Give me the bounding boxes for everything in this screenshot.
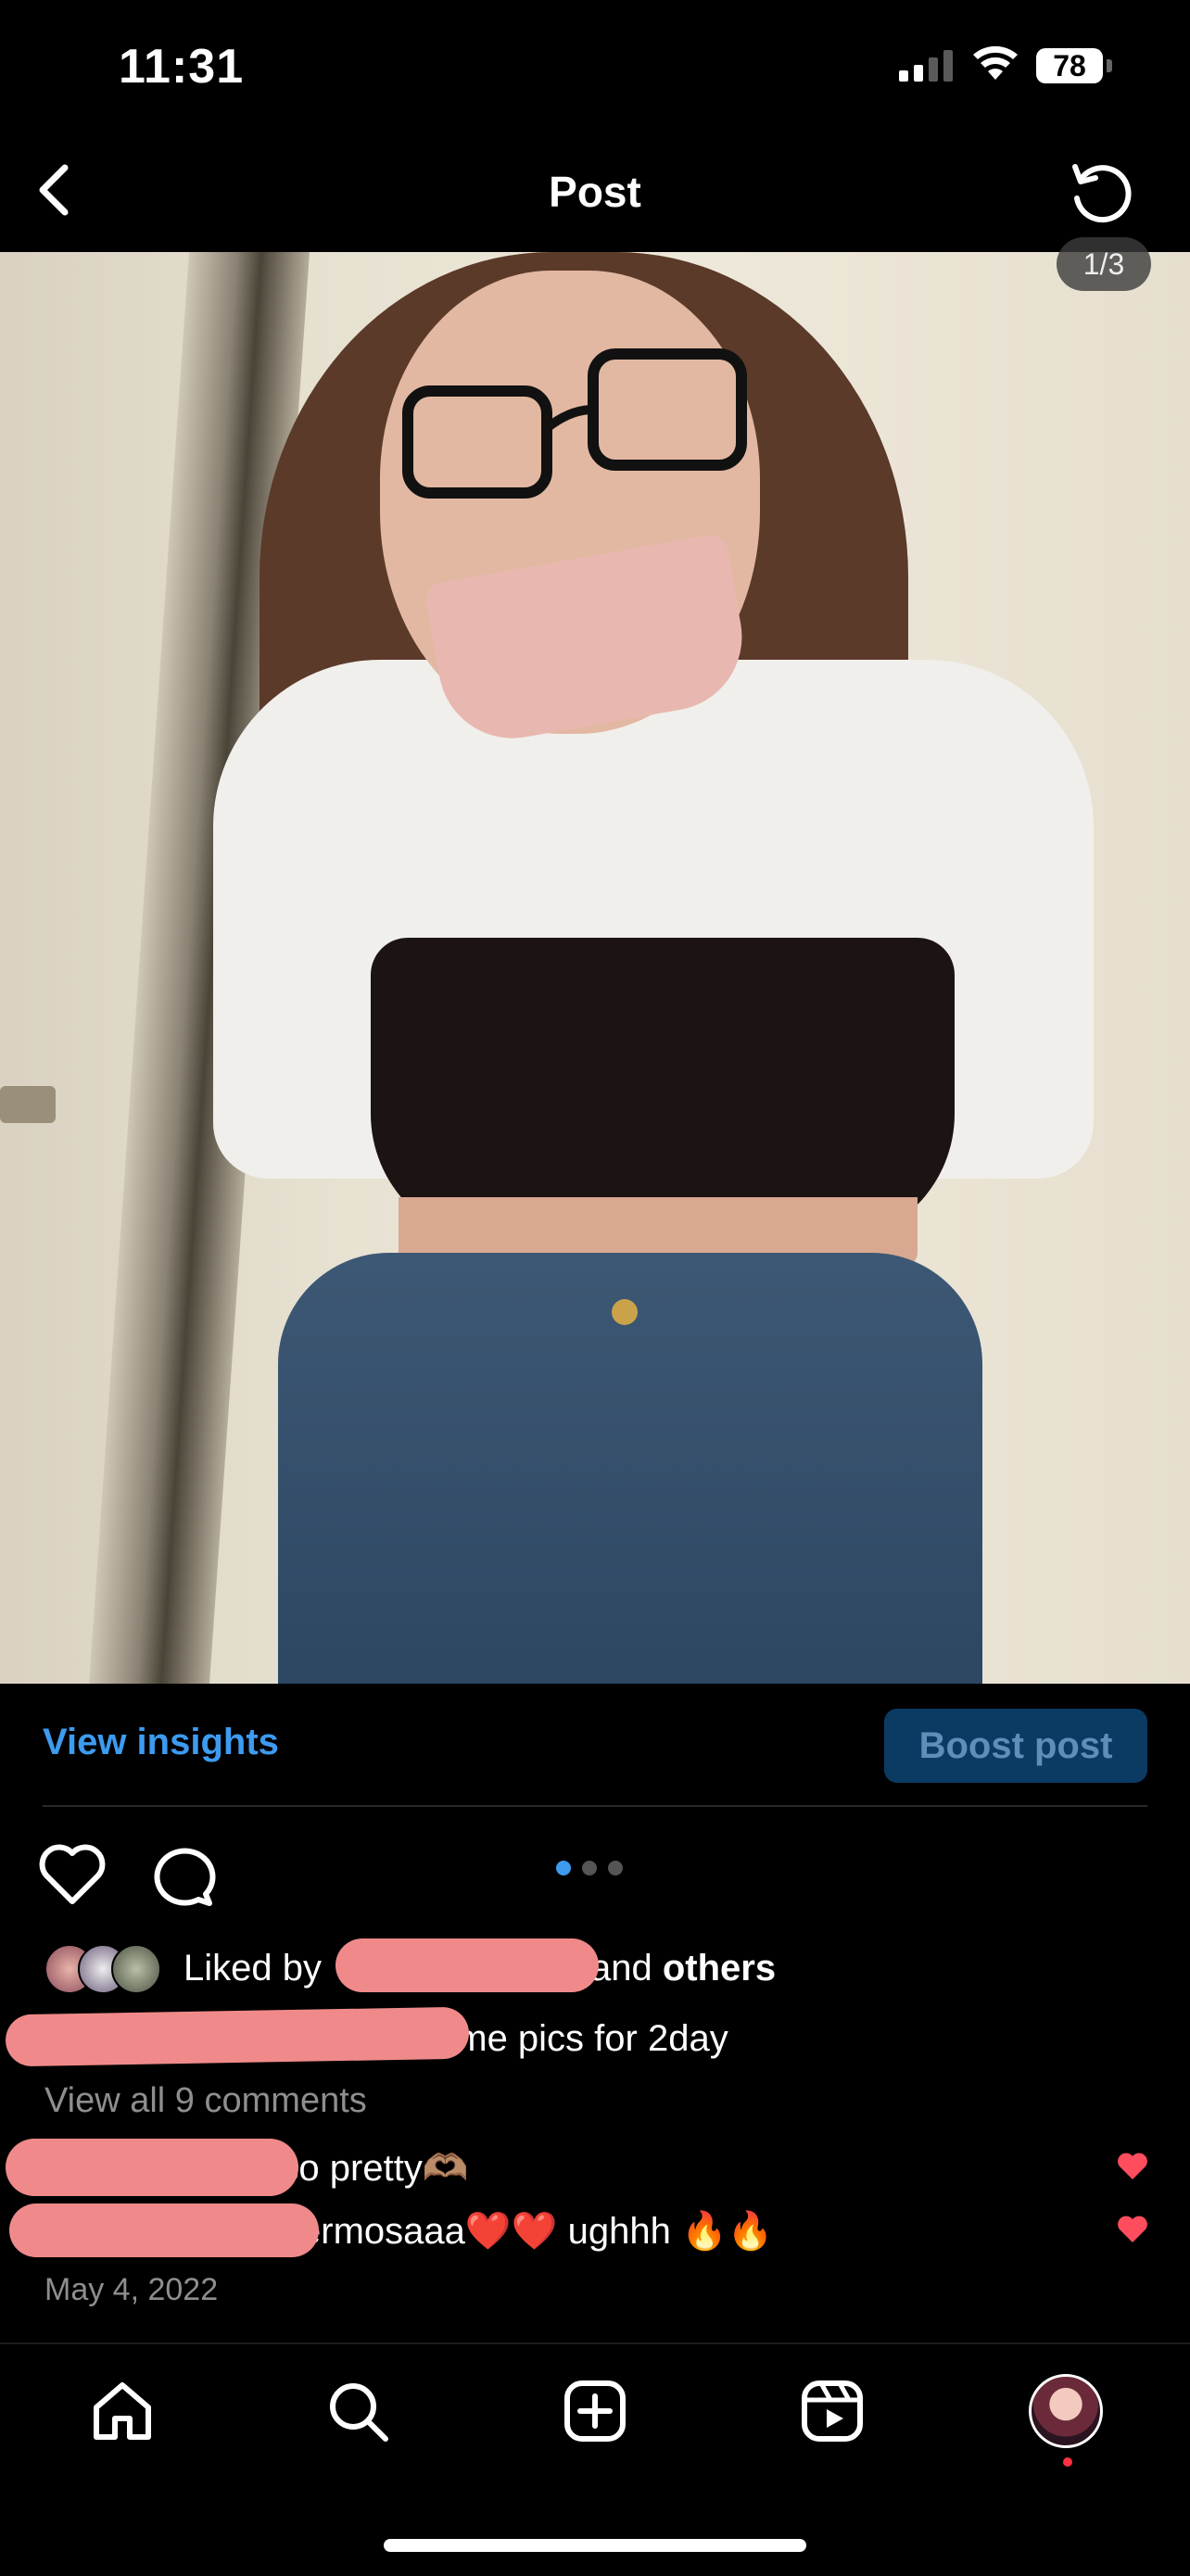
carousel-indicator	[556, 1861, 623, 1875]
comment-button[interactable]	[148, 1842, 219, 1907]
carousel-dot	[608, 1861, 623, 1875]
post-date: May 4, 2022	[44, 2272, 219, 2307]
home-icon	[94, 2382, 151, 2440]
door-handle	[0, 1086, 56, 1123]
carousel-dot-active	[556, 1861, 571, 1875]
tab-create[interactable]	[558, 2374, 632, 2448]
wifi-icon	[973, 45, 1018, 80]
refresh-button[interactable]	[1064, 158, 1138, 228]
search-icon	[330, 2383, 388, 2442]
post-photo[interactable]	[0, 252, 1190, 1684]
comment-icon	[154, 1848, 216, 1906]
home-indicator	[384, 2539, 806, 2552]
refresh-icon	[1072, 164, 1132, 223]
battery-cap	[1107, 59, 1112, 72]
image-counter-badge: 1/3	[1057, 237, 1151, 291]
comment-text: ermosaaa❤️❤️ ughhh 🔥🔥	[300, 2211, 774, 2252]
redaction-mark	[9, 2203, 319, 2257]
status-time: 11:31	[119, 40, 245, 94]
tab-search[interactable]	[321, 2374, 395, 2448]
person-figure	[195, 252, 1121, 1684]
tab-home[interactable]	[85, 2374, 159, 2448]
reels-icon	[802, 2380, 863, 2442]
view-insights-link[interactable]: View insights	[43, 1722, 279, 1763]
redaction-mark	[6, 2139, 298, 2196]
divider	[43, 1805, 1147, 1807]
liker-avatars[interactable]	[44, 1944, 165, 1994]
glasses	[402, 348, 747, 499]
notification-dot	[1063, 2457, 1072, 2467]
redaction-mark	[5, 2006, 470, 2067]
redaction-mark	[335, 1938, 599, 1992]
page-title: Post	[549, 168, 641, 216]
tab-reels[interactable]	[795, 2374, 869, 2448]
view-all-comments-link[interactable]: View all 9 comments	[44, 2081, 367, 2121]
like-button[interactable]	[37, 1842, 108, 1907]
others-link[interactable]: others	[663, 1948, 776, 1989]
carousel-dot	[582, 1861, 597, 1875]
battery-indicator: 78	[1036, 48, 1103, 83]
create-icon	[564, 2380, 626, 2442]
tab-profile-avatar[interactable]	[1029, 2374, 1103, 2448]
avatar	[111, 1944, 161, 1994]
post-caption: ome pics for 2day	[436, 2018, 728, 2059]
signal-icon	[899, 48, 953, 82]
boost-post-button[interactable]: Boost post	[884, 1709, 1147, 1783]
comment-like-icon[interactable]	[1116, 2152, 1149, 2181]
comment-like-icon[interactable]	[1116, 2215, 1149, 2244]
heart-icon	[39, 1844, 106, 1904]
